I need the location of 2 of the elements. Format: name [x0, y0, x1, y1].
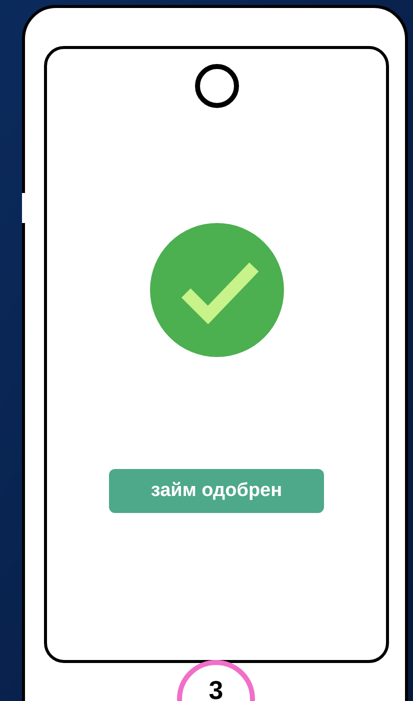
camera-icon	[194, 64, 238, 108]
loan-approved-button[interactable]: займ одобрен	[109, 469, 324, 513]
